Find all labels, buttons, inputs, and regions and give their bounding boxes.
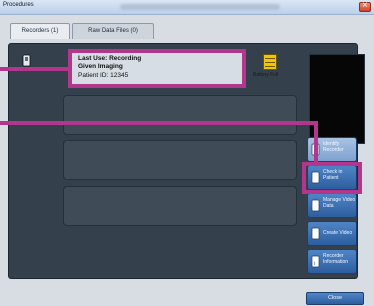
action-label: Create Video [323,230,353,236]
title-bar: Procedures [0,0,374,15]
blurred-title-text [120,4,280,10]
recorder-info-box[interactable]: Last Use: Recording Given Imaging Patien… [68,49,246,88]
annotation-line-2 [0,121,318,125]
annotation-line-3 [314,121,318,163]
create-video-button[interactable]: Create Video [307,221,357,246]
window-title: Procedures [3,2,34,8]
tab-raw-data-files[interactable]: Raw Data Files (0) [72,23,154,39]
tab-strip: Recorders (1) Raw Data Files (0) [0,15,374,41]
tab-recorders[interactable]: Recorders (1) [10,23,70,39]
recorders-panel: Last Use: Recording Given Imaging Patien… [8,43,365,279]
recorder-icon [311,227,320,240]
recorder-slot-2[interactable] [63,140,297,180]
patient-id-text: Patient ID: 12345 [78,72,129,79]
action-label: Identify Recorder [323,141,344,153]
close-window-icon[interactable] [359,0,371,12]
recorder-info-icon: i [311,255,320,268]
close-button[interactable]: Close [306,292,364,305]
recorder-information-button[interactable]: i Recorder Information [307,249,357,274]
last-use-text: Last Use: Recording [78,55,142,62]
action-label: Recorder Information [323,253,349,265]
recorder-device-icon [22,54,31,67]
procedures-window: Procedures Recorders (1) Raw Data Files … [0,0,374,306]
battery-icon [263,54,277,70]
recorder-status-text: Given Imaging [78,63,123,70]
recorder-icon [311,199,320,212]
svg-text:i: i [314,261,315,267]
action-label: Manage Video Data [323,197,356,209]
annotation-line-1 [0,67,68,71]
manage-video-data-button[interactable]: Manage Video Data [307,193,357,218]
recorder-slot-3[interactable] [63,186,297,226]
recorder-slot-1[interactable] [63,95,297,135]
battery-status: Battery Full [253,72,279,78]
annotation-highlight-check-in [302,162,362,194]
